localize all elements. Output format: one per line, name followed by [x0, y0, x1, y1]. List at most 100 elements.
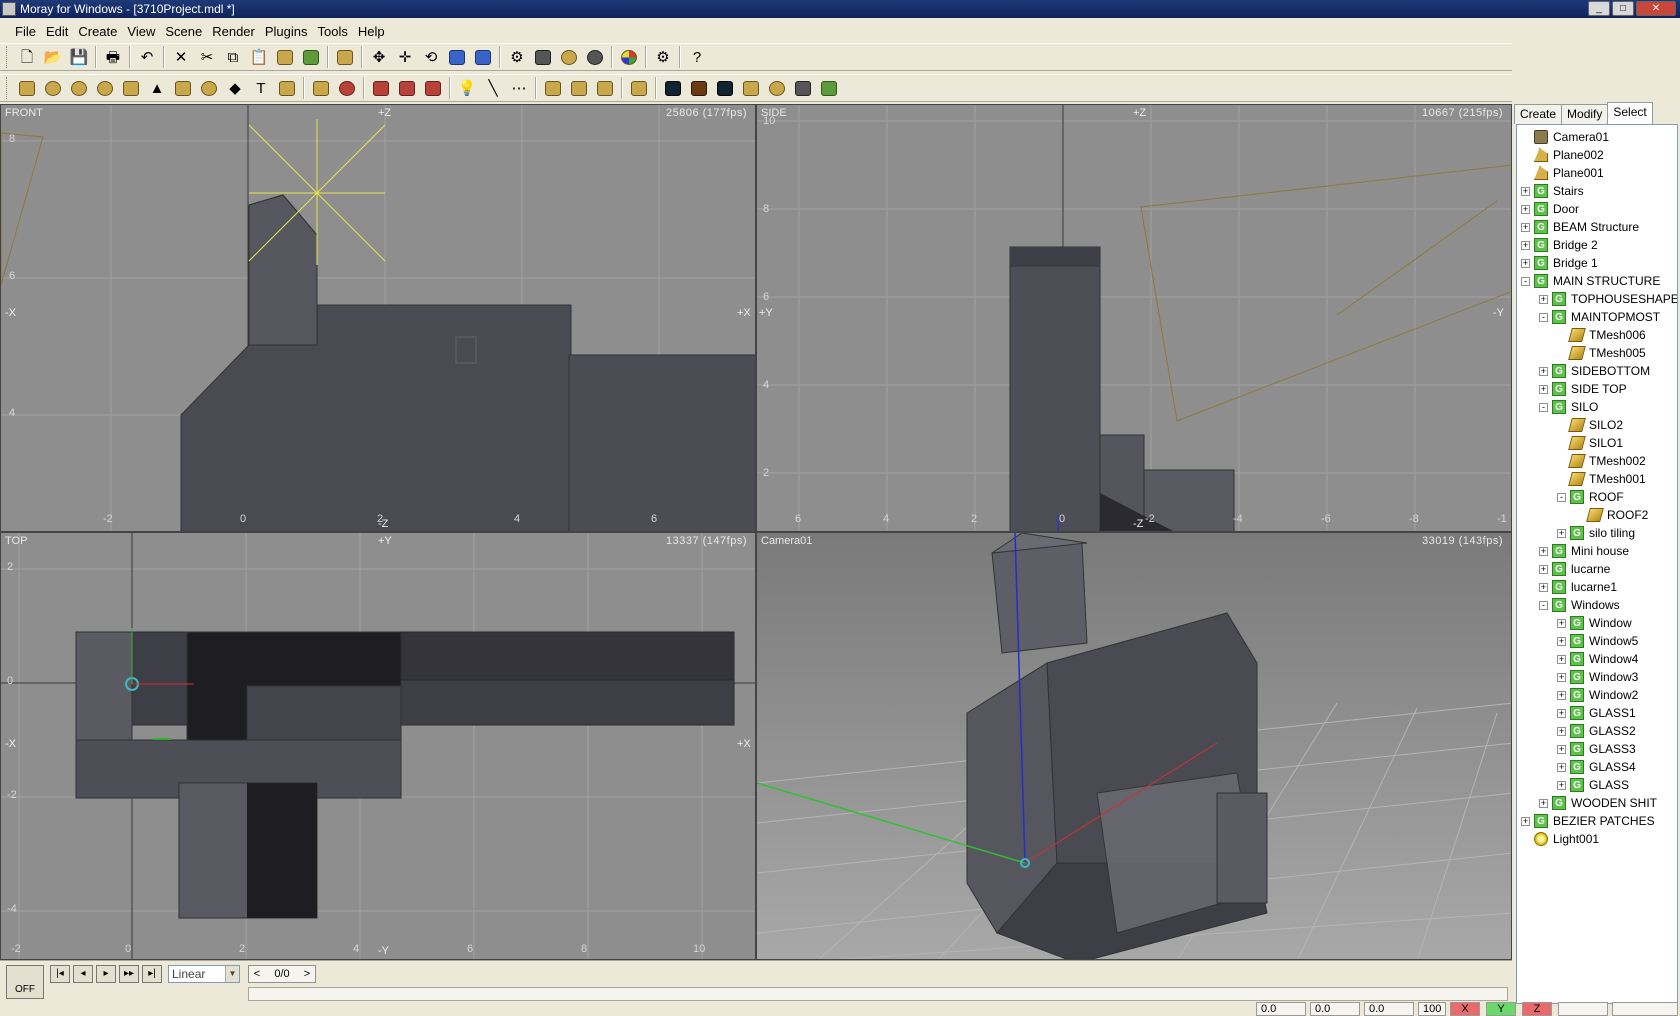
expand-icon[interactable]: + — [1557, 636, 1566, 646]
print-icon[interactable]: 🖶 — [100, 44, 126, 70]
tree-item[interactable]: + G Window — [1557, 614, 1632, 632]
text-object-icon[interactable]: T — [248, 75, 274, 101]
tree-item[interactable]: - G MAIN STRUCTURE — [1521, 272, 1660, 290]
tree-item[interactable]: TMesh005 — [1557, 344, 1646, 362]
expand-icon[interactable]: + — [1557, 528, 1566, 538]
box-icon[interactable] — [14, 75, 40, 101]
expand-icon[interactable]: + — [1557, 744, 1566, 754]
tree-item[interactable]: + G GLASS2 — [1557, 722, 1636, 740]
sky-sphere-icon[interactable] — [660, 75, 686, 101]
menu-tools[interactable]: Tools — [313, 24, 353, 39]
media-icon[interactable] — [790, 75, 816, 101]
open-file-icon[interactable]: 📂 — [40, 44, 66, 70]
tree-item[interactable]: + G Window5 — [1557, 632, 1638, 650]
prev-frame-button[interactable]: < — [250, 966, 264, 982]
front-viewport[interactable]: FRONT 25806 (177fps) +Z -Z -X +X -2 0 2 … — [0, 104, 756, 532]
bezier-icon[interactable] — [592, 75, 618, 101]
timeline-track[interactable] — [248, 987, 1508, 1001]
materials-icon[interactable] — [616, 44, 642, 70]
object-tree[interactable]: Camera01 Plane002 Plane001 + G Stairs + G Door + G… — [1516, 124, 1678, 1004]
tree-item[interactable]: SILO1 — [1557, 434, 1623, 452]
material-brush-icon[interactable] — [272, 44, 298, 70]
undo-icon[interactable]: ↶ — [134, 44, 160, 70]
csg-union-icon[interactable] — [368, 75, 394, 101]
lathe-icon[interactable] — [274, 75, 300, 101]
tree-item[interactable]: + Gsilo tiling — [1557, 524, 1635, 542]
plugin-icon[interactable]: ⚙ — [650, 44, 676, 70]
tree-item[interactable]: Light001 — [1521, 830, 1599, 848]
first-key-button[interactable]: |◂ — [50, 965, 70, 983]
tree-item[interactable]: + G SIDEBOTTOM — [1539, 362, 1650, 380]
blob-icon[interactable] — [308, 75, 334, 101]
side-viewport[interactable]: SIDE 10667 (215fps) +Z -Z +Y -Y 6 4 2 0 … — [756, 104, 1512, 532]
tree-item[interactable]: - G ROOF — [1557, 488, 1624, 506]
cylinder-icon[interactable] — [170, 75, 196, 101]
menu-scene[interactable]: Scene — [160, 24, 207, 39]
collapse-icon[interactable]: - — [1539, 402, 1548, 412]
tab-modify[interactable]: Modify — [1561, 104, 1609, 124]
rotate-tool-icon[interactable]: ⟲ — [418, 44, 444, 70]
tree-item[interactable]: + Glucarne — [1539, 560, 1610, 578]
expand-icon[interactable]: + — [1539, 798, 1548, 808]
tree-item[interactable]: Camera01 — [1521, 128, 1609, 146]
tree-item[interactable]: + G TOPHOUSESHAPE — [1539, 290, 1677, 308]
tree-item[interactable]: + G Mini house — [1539, 542, 1629, 560]
tree-item[interactable]: + G Window4 — [1557, 650, 1638, 668]
expand-icon[interactable]: + — [1539, 582, 1548, 592]
tree-item[interactable]: + G Window2 — [1557, 686, 1638, 704]
expand-icon[interactable]: + — [1557, 618, 1566, 628]
top-viewport[interactable]: TOP 13337 (147fps) +Y -Y -X +X -2 0 2 4 … — [0, 532, 756, 960]
group-icon[interactable] — [332, 44, 358, 70]
expand-icon[interactable]: + — [1557, 654, 1566, 664]
axis-z-toggle[interactable]: Z — [1522, 1002, 1552, 1016]
tree-item[interactable]: TMesh002 — [1557, 452, 1646, 470]
expand-icon[interactable]: + — [1521, 222, 1530, 232]
new-file-icon[interactable]: 🗋 — [14, 44, 40, 70]
expand-icon[interactable]: + — [1539, 546, 1548, 556]
animation-toggle-button[interactable]: OFF — [6, 965, 44, 999]
cone-icon[interactable]: ▲ — [144, 75, 170, 101]
tree-item[interactable]: TMesh001 — [1557, 470, 1646, 488]
tree-item[interactable]: + G WOODEN SHIT — [1539, 794, 1657, 812]
save-file-icon[interactable]: 💾 — [66, 44, 92, 70]
expand-icon[interactable]: + — [1521, 186, 1530, 196]
csg-difference-icon[interactable] — [420, 75, 446, 101]
expand-icon[interactable]: + — [1521, 816, 1530, 826]
fog-icon[interactable] — [686, 75, 712, 101]
tree-item[interactable]: ROOF2 — [1575, 506, 1648, 524]
tree-item[interactable]: TMesh006 — [1557, 326, 1646, 344]
close-button[interactable]: ✕ — [1636, 1, 1676, 16]
scale-axis-icon[interactable] — [470, 44, 496, 70]
render-stop-icon[interactable] — [582, 44, 608, 70]
tree-item[interactable]: - G MAINTOPMOST — [1539, 308, 1660, 326]
menu-edit[interactable]: Edit — [41, 24, 73, 39]
expand-icon[interactable]: + — [1539, 366, 1548, 376]
menu-render[interactable]: Render — [207, 24, 260, 39]
tab-create[interactable]: Create — [1514, 104, 1563, 124]
expand-icon[interactable]: + — [1539, 294, 1548, 304]
tree-item[interactable]: + Glucarne1 — [1539, 578, 1617, 596]
mesh-icon[interactable] — [566, 75, 592, 101]
menu-plugins[interactable]: Plugins — [260, 24, 313, 39]
collapse-icon[interactable]: - — [1521, 276, 1530, 286]
last-key-button[interactable]: ▸| — [142, 965, 162, 983]
next-key-button[interactable]: ▸▸ — [119, 965, 139, 983]
expand-icon[interactable]: + — [1557, 762, 1566, 772]
copy-icon[interactable]: ⧉ — [220, 44, 246, 70]
capsule-icon[interactable] — [196, 75, 222, 101]
particle-icon[interactable] — [816, 75, 842, 101]
expand-icon[interactable]: + — [1521, 204, 1530, 214]
disc-icon[interactable] — [92, 75, 118, 101]
light-bulb-icon[interactable]: 💡 — [454, 75, 480, 101]
toolbar-grip[interactable] — [6, 77, 10, 99]
expand-icon[interactable]: + — [1557, 780, 1566, 790]
help-icon[interactable]: ? — [684, 44, 710, 70]
expand-icon[interactable]: + — [1557, 672, 1566, 682]
menu-view[interactable]: View — [122, 24, 160, 39]
play-button[interactable]: ▸ — [96, 965, 116, 983]
scale-tool-icon[interactable] — [444, 44, 470, 70]
tree-item[interactable]: + G BEAM Structure — [1521, 218, 1639, 236]
scene-settings-icon[interactable]: ⚙ — [504, 44, 530, 70]
height-field-icon[interactable] — [738, 75, 764, 101]
prev-key-button[interactable]: ◂ — [73, 965, 93, 983]
